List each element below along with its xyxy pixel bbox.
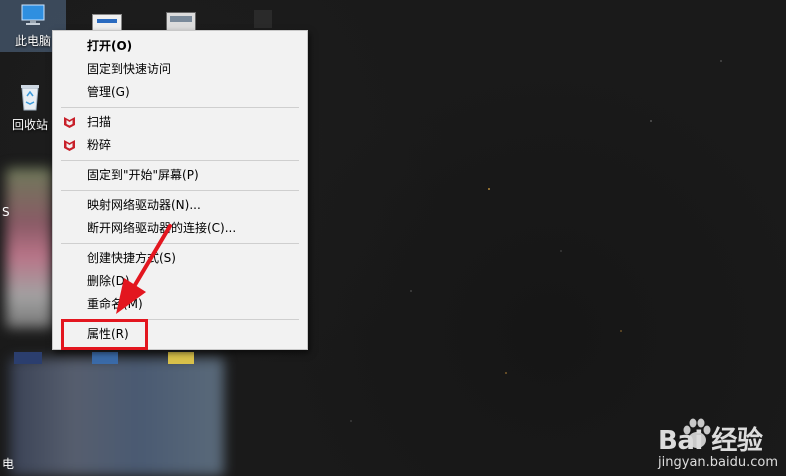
menu-item-scan[interactable]: 扫描 (53, 111, 307, 134)
menu-item-map-network-drive[interactable]: 映射网络驱动器(N)... (53, 194, 307, 217)
menu-item-open[interactable]: 打开(O) (53, 35, 307, 58)
blurred-region (10, 358, 224, 476)
menu-separator (61, 190, 299, 191)
menu-separator (61, 160, 299, 161)
highlight-box (61, 319, 148, 350)
partial-desktop-label: 电 (2, 457, 15, 471)
watermark-url: jingyan.baidu.com (658, 455, 778, 470)
desktop-icon-partial[interactable] (166, 12, 196, 32)
menu-item-manage[interactable]: 管理(G) (53, 81, 307, 104)
menu-item-create-shortcut[interactable]: 创建快捷方式(S) (53, 247, 307, 270)
menu-item-disconnect-network-drive[interactable]: 断开网络驱动器的连接(C)... (53, 217, 307, 240)
menu-item-rename[interactable]: 重命名(M) (53, 293, 307, 316)
mcafee-icon (64, 117, 75, 128)
recycle-bin-icon (21, 85, 39, 111)
blurred-region (6, 168, 52, 328)
menu-item-label: 扫描 (87, 115, 112, 129)
desktop-icon-partial[interactable] (14, 352, 42, 364)
menu-item-shred[interactable]: 粉碎 (53, 134, 307, 157)
menu-item-pin-quick-access[interactable]: 固定到快速访问 (53, 58, 307, 81)
desktop-icon-recycle-bin[interactable]: 回收站 (0, 82, 60, 133)
mcafee-icon (64, 140, 75, 151)
menu-item-pin-start[interactable]: 固定到"开始"屏幕(P) (53, 164, 307, 187)
menu-item-label: 粉碎 (87, 138, 112, 152)
computer-icon (21, 4, 45, 25)
desktop-icon-partial[interactable] (92, 352, 118, 364)
menu-separator (61, 107, 299, 108)
desktop-icon-partial[interactable] (168, 352, 194, 364)
watermark: Bai 经验 jingyan.baidu.com (658, 418, 778, 470)
menu-item-delete[interactable]: 删除(D) (53, 270, 307, 293)
desktop-icon-label: 回收站 (11, 118, 48, 132)
desktop-icon-partial[interactable] (254, 10, 272, 28)
context-menu: 打开(O) 固定到快速访问 管理(G) 扫描 粉碎 固定到"开始"屏幕(P) 映… (52, 30, 308, 350)
menu-separator (61, 243, 299, 244)
paw-icon (683, 418, 711, 448)
watermark-logo: Bai 经验 (658, 426, 763, 456)
partial-desktop-label: S (2, 205, 10, 219)
